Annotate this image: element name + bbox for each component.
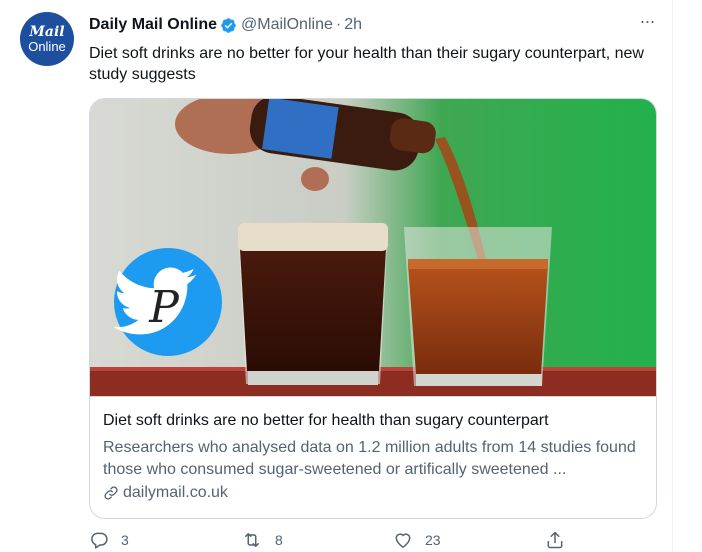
like-button[interactable]: 23: [393, 530, 441, 550]
link-card[interactable]: P Diet soft drinks are no better for hea…: [89, 98, 657, 519]
twitter-bird-icon: P: [113, 248, 222, 356]
card-title[interactable]: Diet soft drinks are no better for healt…: [103, 412, 549, 430]
tweet-header: Daily Mail Online @MailOnline · 2h: [89, 14, 362, 36]
reply-icon: [91, 532, 108, 549]
verified-badge-icon: [221, 17, 236, 33]
share-button[interactable]: [545, 530, 577, 550]
card-divider: [90, 396, 656, 397]
author-name[interactable]: Daily Mail Online: [89, 16, 217, 34]
link-icon: [104, 486, 118, 500]
tweet-actions: 3 8 23: [0, 530, 702, 552]
card-image[interactable]: P: [90, 99, 656, 396]
tweet-timestamp[interactable]: 2h: [344, 16, 362, 34]
avatar-logo-line1: Mail: [29, 24, 65, 40]
tweet-text: Diet soft drinks are no better for your …: [89, 45, 644, 83]
retweet-button[interactable]: 8: [241, 530, 283, 550]
like-icon: [395, 533, 411, 548]
separator-dot: ·: [335, 16, 342, 33]
reply-count: 3: [121, 532, 129, 548]
card-domain: dailymail.co.uk: [123, 484, 228, 501]
more-icon[interactable]: ···: [636, 12, 658, 36]
card-description: Researchers who analysed data on 1.2 mil…: [103, 439, 636, 478]
retweet-icon: [245, 533, 259, 547]
author-handle[interactable]: @MailOnline: [241, 16, 333, 34]
reply-button[interactable]: 3: [89, 530, 129, 550]
share-icon: [547, 531, 563, 549]
avatar-logo-line2: Online: [28, 39, 66, 54]
avatar[interactable]: Mail Online: [20, 12, 74, 66]
card-domain-row[interactable]: dailymail.co.uk: [103, 484, 228, 502]
like-count: 23: [425, 532, 441, 548]
watermark-letter: P: [148, 282, 180, 333]
timeline-border: [672, 0, 673, 552]
retweet-count: 8: [275, 532, 283, 548]
